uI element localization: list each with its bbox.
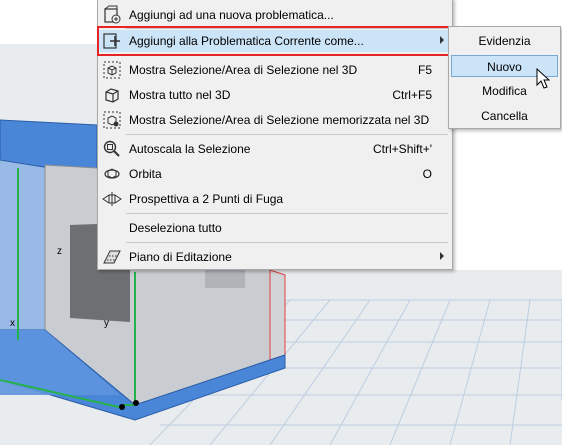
menu-item-shortcut: O — [422, 167, 432, 181]
menu-item-new-issue[interactable]: Aggiungi ad una nuova problematica... — [98, 4, 452, 26]
menu-item-label: Mostra tutto nel 3D — [129, 88, 231, 102]
menu-item-shortcut: Ctrl+Shift+' — [373, 142, 432, 156]
add-issue-icon — [102, 5, 122, 25]
menu-separator — [126, 213, 448, 214]
menu-separator — [126, 242, 448, 243]
zoom-to-selection-icon — [102, 139, 122, 159]
menu-item-label: Piano di Editazione — [129, 250, 232, 264]
menu-item-label: Mostra Selezione/Area di Selezione nel 3… — [129, 63, 358, 77]
building-right-face — [269, 269, 286, 361]
menu-separator — [126, 134, 448, 135]
menu-item-label: Orbita — [129, 167, 162, 181]
orbit-icon — [102, 164, 122, 184]
highlight-frame — [97, 26, 450, 56]
menu-item-label: Mostra Selezione/Area di Selezione memor… — [129, 113, 430, 127]
building-roof-slab — [0, 119, 98, 169]
menu-item-label: Prospettiva a 2 Punti di Fuga — [129, 192, 284, 206]
edge-point — [133, 400, 139, 406]
axis-label-x: x — [10, 318, 15, 329]
menu-item-editing-plane[interactable]: Piano di Editazione — [98, 246, 452, 268]
show-selection-3d-icon — [102, 60, 122, 80]
editing-plane-icon — [102, 247, 122, 267]
mouse-cursor-icon — [536, 68, 550, 89]
wall-panel — [205, 270, 245, 288]
submenu-item-evidenzia[interactable]: Evidenzia — [451, 30, 558, 52]
axis-label-y: y — [104, 318, 109, 329]
menu-item-label: Aggiungi ad una nuova problematica... — [129, 8, 334, 22]
edge-point — [119, 404, 125, 410]
menu-item-shortcut: Ctrl+F5 — [392, 88, 432, 102]
menu-item-deselect-all[interactable]: Deseleziona tutto — [98, 217, 452, 239]
submenu-arrow-icon — [440, 252, 444, 260]
submenu-item-label: Evidenzia — [478, 34, 531, 48]
menu-item-show-stored-selection-3d[interactable]: Mostra Selezione/Area di Selezione memor… — [98, 109, 452, 131]
axis-label-z: z — [57, 246, 62, 257]
menu-item-label: Autoscala la Selezione — [129, 142, 251, 156]
menu-item-show-all-3d[interactable]: Mostra tutto nel 3D Ctrl+F5 — [98, 84, 452, 106]
show-stored-selection-3d-icon — [102, 110, 122, 130]
menu-item-shortcut: F5 — [417, 63, 432, 77]
menu-item-label: Deseleziona tutto — [129, 221, 222, 235]
two-point-perspective-icon — [102, 189, 122, 209]
show-all-3d-icon — [102, 85, 122, 105]
submenu-item-label: Cancella — [481, 109, 528, 123]
menu-item-zoom-to-selection[interactable]: Autoscala la Selezione Ctrl+Shift+' — [98, 138, 452, 160]
menu-item-orbit[interactable]: Orbita O — [98, 163, 452, 185]
menu-item-show-selection-3d[interactable]: Mostra Selezione/Area di Selezione nel 3… — [98, 59, 452, 81]
submenu-item-cancella[interactable]: Cancella — [451, 105, 558, 127]
menu-item-two-point-perspective[interactable]: Prospettiva a 2 Punti di Fuga — [98, 188, 452, 210]
